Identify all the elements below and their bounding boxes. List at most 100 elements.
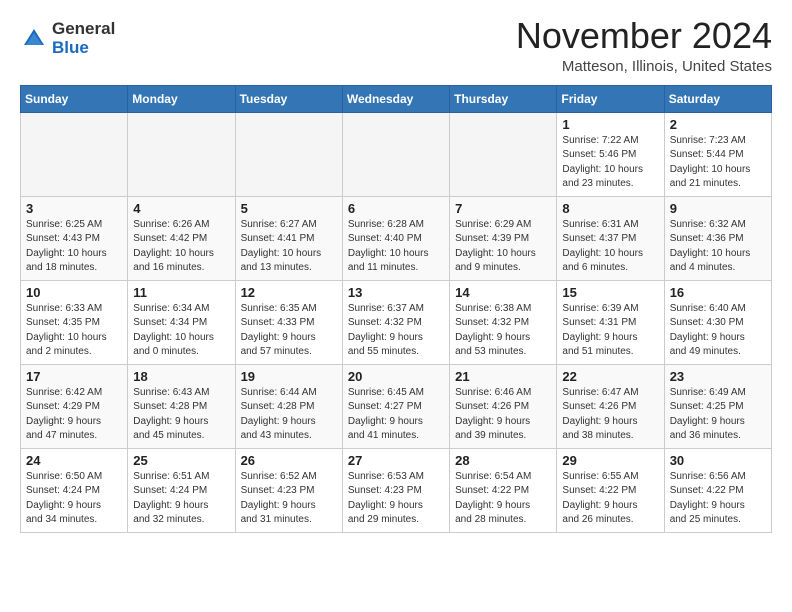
calendar-cell: 14 Sunrise: 6:38 AM Sunset: 4:32 PM Dayli…: [450, 280, 557, 364]
day-number: 15: [562, 285, 658, 300]
day-number: 22: [562, 369, 658, 384]
day-info: Sunrise: 6:47 AM Sunset: 4:26 PM Dayligh…: [562, 386, 658, 444]
day-info: Sunrise: 6:44 AM Sunset: 4:28 PM Dayligh…: [241, 386, 337, 444]
calendar-cell: 10Sunrise: 6:33 AM Sunset: 4:35 PM Dayli…: [21, 280, 128, 364]
day-number: 19: [241, 369, 337, 384]
day-number: 7: [455, 201, 551, 216]
calendar-cell: 11Sunrise: 6:34 AM Sunset: 4:34 PM Dayli…: [128, 280, 235, 364]
header-thursday: Thursday: [450, 85, 557, 112]
day-info: Sunrise: 6:29 AM Sunset: 4:39 PM Dayligh…: [455, 218, 551, 276]
calendar-cell: 15 Sunrise: 6:39 AM Sunset: 4:31 PM Dayli…: [557, 280, 664, 364]
day-number: 5: [241, 201, 337, 216]
calendar-cell: 24 Sunrise: 6:50 AM Sunset: 4:24 PM Dayli…: [21, 448, 128, 532]
day-number: 6: [348, 201, 444, 216]
calendar-cell: 12 Sunrise: 6:35 AM Sunset: 4:33 PM Dayli…: [235, 280, 342, 364]
calendar-cell: 18 Sunrise: 6:43 AM Sunset: 4:28 PM Dayli…: [128, 364, 235, 448]
day-info: Sunrise: 6:45 AM Sunset: 4:27 PM Dayligh…: [348, 386, 444, 444]
day-number: 10: [26, 285, 122, 300]
calendar-cell: 28 Sunrise: 6:54 AM Sunset: 4:22 PM Dayli…: [450, 448, 557, 532]
day-number: 29: [562, 453, 658, 468]
day-info: Sunrise: 6:50 AM Sunset: 4:24 PM Dayligh…: [26, 470, 122, 528]
day-info: Sunrise: 7:23 AM Sunset: 5:44 PM Dayligh…: [670, 134, 766, 192]
day-number: 21: [455, 369, 551, 384]
day-info: Sunrise: 7:22 AM Sunset: 5:46 PM Dayligh…: [562, 134, 658, 192]
header-monday: Monday: [128, 85, 235, 112]
header-tuesday: Tuesday: [235, 85, 342, 112]
day-number: 17: [26, 369, 122, 384]
month-title: November 2024: [516, 16, 772, 56]
calendar-week-4: 17 Sunrise: 6:42 AM Sunset: 4:29 PM Dayli…: [21, 364, 772, 448]
calendar-cell: 22 Sunrise: 6:47 AM Sunset: 4:26 PM Dayli…: [557, 364, 664, 448]
calendar-cell: 4 Sunrise: 6:26 AM Sunset: 4:42 PM Daylig…: [128, 196, 235, 280]
day-number: 24: [26, 453, 122, 468]
day-info: Sunrise: 6:54 AM Sunset: 4:22 PM Dayligh…: [455, 470, 551, 528]
calendar-cell: 7 Sunrise: 6:29 AM Sunset: 4:39 PM Daylig…: [450, 196, 557, 280]
day-info: Sunrise: 6:42 AM Sunset: 4:29 PM Dayligh…: [26, 386, 122, 444]
day-number: 9: [670, 201, 766, 216]
day-info: Sunrise: 6:40 AM Sunset: 4:30 PM Dayligh…: [670, 302, 766, 360]
calendar-cell: 16Sunrise: 6:40 AM Sunset: 4:30 PM Dayli…: [664, 280, 771, 364]
day-info: Sunrise: 6:31 AM Sunset: 4:37 PM Dayligh…: [562, 218, 658, 276]
calendar-cell: [235, 112, 342, 196]
calendar-cell: [450, 112, 557, 196]
calendar-cell: 6 Sunrise: 6:28 AM Sunset: 4:40 PM Daylig…: [342, 196, 449, 280]
calendar-cell: 26Sunrise: 6:52 AM Sunset: 4:23 PM Dayli…: [235, 448, 342, 532]
day-number: 3: [26, 201, 122, 216]
day-info: Sunrise: 6:35 AM Sunset: 4:33 PM Dayligh…: [241, 302, 337, 360]
page-header: General Blue November 2024 Matteson, Ill…: [20, 16, 772, 75]
calendar-cell: 23 Sunrise: 6:49 AM Sunset: 4:25 PM Dayli…: [664, 364, 771, 448]
calendar-cell: 27 Sunrise: 6:53 AM Sunset: 4:23 PM Dayli…: [342, 448, 449, 532]
location-subtitle: Matteson, Illinois, United States: [516, 58, 772, 75]
calendar-cell: 9Sunrise: 6:32 AM Sunset: 4:36 PM Daylig…: [664, 196, 771, 280]
header-wednesday: Wednesday: [342, 85, 449, 112]
day-number: 2: [670, 117, 766, 132]
calendar-cell: [21, 112, 128, 196]
header-sunday: Sunday: [21, 85, 128, 112]
title-block: November 2024 Matteson, Illinois, United…: [516, 16, 772, 75]
logo-blue: Blue: [52, 39, 115, 58]
day-number: 12: [241, 285, 337, 300]
day-number: 18: [133, 369, 229, 384]
calendar-cell: 5Sunrise: 6:27 AM Sunset: 4:41 PM Daylig…: [235, 196, 342, 280]
day-number: 4: [133, 201, 229, 216]
calendar-week-2: 3 Sunrise: 6:25 AM Sunset: 4:43 PM Daylig…: [21, 196, 772, 280]
day-info: Sunrise: 6:49 AM Sunset: 4:25 PM Dayligh…: [670, 386, 766, 444]
weekday-header-row: Sunday Monday Tuesday Wednesday Thursday…: [21, 85, 772, 112]
day-number: 27: [348, 453, 444, 468]
day-info: Sunrise: 6:52 AM Sunset: 4:23 PM Dayligh…: [241, 470, 337, 528]
day-info: Sunrise: 6:43 AM Sunset: 4:28 PM Dayligh…: [133, 386, 229, 444]
calendar-cell: 2 Sunrise: 7:23 AM Sunset: 5:44 PM Daylig…: [664, 112, 771, 196]
calendar-cell: 19 Sunrise: 6:44 AM Sunset: 4:28 PM Dayli…: [235, 364, 342, 448]
calendar-table: Sunday Monday Tuesday Wednesday Thursday…: [20, 85, 772, 533]
calendar-cell: 29 Sunrise: 6:55 AM Sunset: 4:22 PM Dayli…: [557, 448, 664, 532]
day-number: 14: [455, 285, 551, 300]
day-info: Sunrise: 6:26 AM Sunset: 4:42 PM Dayligh…: [133, 218, 229, 276]
day-number: 25: [133, 453, 229, 468]
logo: General Blue: [20, 20, 115, 57]
day-info: Sunrise: 6:34 AM Sunset: 4:34 PM Dayligh…: [133, 302, 229, 360]
calendar-cell: 1 Sunrise: 7:22 AM Sunset: 5:46 PM Daylig…: [557, 112, 664, 196]
day-info: Sunrise: 6:28 AM Sunset: 4:40 PM Dayligh…: [348, 218, 444, 276]
day-info: Sunrise: 6:25 AM Sunset: 4:43 PM Dayligh…: [26, 218, 122, 276]
calendar-cell: 25 Sunrise: 6:51 AM Sunset: 4:24 PM Dayli…: [128, 448, 235, 532]
calendar-week-1: 1 Sunrise: 7:22 AM Sunset: 5:46 PM Daylig…: [21, 112, 772, 196]
calendar-cell: [342, 112, 449, 196]
day-info: Sunrise: 6:37 AM Sunset: 4:32 PM Dayligh…: [348, 302, 444, 360]
calendar-cell: 13Sunrise: 6:37 AM Sunset: 4:32 PM Dayli…: [342, 280, 449, 364]
calendar-cell: 8Sunrise: 6:31 AM Sunset: 4:37 PM Daylig…: [557, 196, 664, 280]
day-number: 1: [562, 117, 658, 132]
day-info: Sunrise: 6:56 AM Sunset: 4:22 PM Dayligh…: [670, 470, 766, 528]
day-info: Sunrise: 6:38 AM Sunset: 4:32 PM Dayligh…: [455, 302, 551, 360]
day-info: Sunrise: 6:39 AM Sunset: 4:31 PM Dayligh…: [562, 302, 658, 360]
day-info: Sunrise: 6:55 AM Sunset: 4:22 PM Dayligh…: [562, 470, 658, 528]
header-saturday: Saturday: [664, 85, 771, 112]
day-number: 28: [455, 453, 551, 468]
day-info: Sunrise: 6:51 AM Sunset: 4:24 PM Dayligh…: [133, 470, 229, 528]
logo-icon: [20, 25, 48, 53]
day-info: Sunrise: 6:53 AM Sunset: 4:23 PM Dayligh…: [348, 470, 444, 528]
calendar-cell: 21Sunrise: 6:46 AM Sunset: 4:26 PM Dayli…: [450, 364, 557, 448]
calendar-cell: 17 Sunrise: 6:42 AM Sunset: 4:29 PM Dayli…: [21, 364, 128, 448]
logo-general: General: [52, 20, 115, 39]
day-number: 23: [670, 369, 766, 384]
calendar-cell: 20Sunrise: 6:45 AM Sunset: 4:27 PM Dayli…: [342, 364, 449, 448]
